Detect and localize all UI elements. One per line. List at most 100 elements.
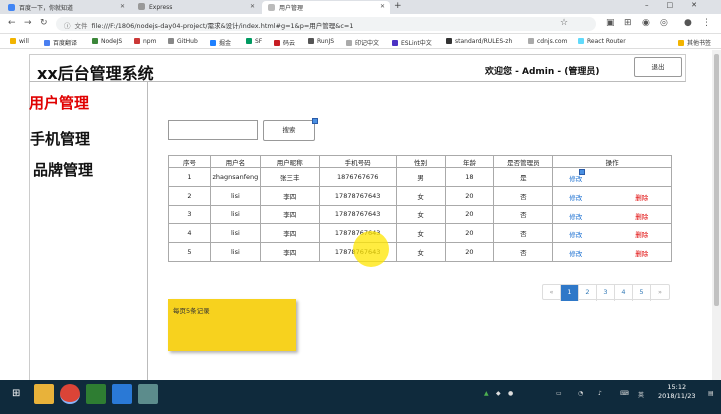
extension-icon[interactable]: ◉ <box>642 18 650 28</box>
bookmark-item[interactable]: 码云 <box>274 38 295 47</box>
browser-tab-bar: 百度一下，你就知道 ✕ Express ✕ 用户管理 ✕ + –□✕ <box>0 0 721 14</box>
app-icon[interactable] <box>138 384 158 404</box>
pager-next[interactable]: » <box>651 285 669 301</box>
back-icon[interactable]: ← <box>8 18 16 28</box>
cell-username: lisi <box>209 223 261 244</box>
cell-username: lisi <box>209 242 261 262</box>
edit-link[interactable]: 修改 <box>569 229 582 239</box>
bookmark-item[interactable]: 印记中文 <box>346 38 379 47</box>
annotation-marker[interactable] <box>579 169 586 175</box>
delete-link[interactable]: 删除 <box>635 192 648 202</box>
eslint-icon <box>392 40 398 46</box>
browser-tab-express[interactable]: Express ✕ <box>132 1 260 14</box>
sourcetree-icon[interactable] <box>86 384 106 404</box>
battery-icon[interactable]: ▭ <box>556 390 562 397</box>
sf-icon <box>246 38 252 44</box>
tray-icon[interactable]: ▲ <box>484 390 489 397</box>
system-clock[interactable]: 15:12 2018/11/23 <box>658 383 695 401</box>
extension-icon[interactable]: ⊞ <box>624 18 632 28</box>
sidebar-item-brands[interactable]: 品牌管理 <box>33 159 93 180</box>
volume-icon[interactable]: ♪ <box>598 390 602 397</box>
notifications-icon[interactable]: ▤ <box>708 390 714 397</box>
cell-id: 5 <box>168 242 211 262</box>
bookmark-item[interactable]: SF <box>246 38 262 45</box>
menu-icon[interactable]: ⋮ <box>702 18 711 28</box>
pager-prev[interactable]: « <box>543 285 561 301</box>
info-icon[interactable]: ⓘ <box>64 22 71 30</box>
cell-actions: 修改 删除 <box>552 242 672 262</box>
npm-icon <box>134 38 140 44</box>
bookmark-item[interactable]: 百度翻译 <box>44 38 77 47</box>
edit-link[interactable]: 修改 <box>569 211 582 221</box>
table-row: 4 lisi 李四 17878767643 女 20 否 修改 删除 <box>168 223 672 244</box>
pager-page[interactable]: 2 <box>579 285 597 301</box>
bookmark-item[interactable]: 掘金 <box>210 38 231 47</box>
welcome-text: 欢迎您 - Admin - (管理员) <box>485 67 600 77</box>
pager-page[interactable]: 4 <box>615 285 633 301</box>
delete-link[interactable]: 删除 <box>635 248 648 258</box>
cell-age: 20 <box>444 185 495 206</box>
extension-icon[interactable]: ▣ <box>606 18 615 28</box>
cell-nickname: 李四 <box>259 242 320 262</box>
file-explorer-icon[interactable] <box>34 384 54 404</box>
tab-close-icon[interactable]: ✕ <box>380 3 385 10</box>
cell-actions: 修改 删除 <box>552 204 672 225</box>
vscode-icon[interactable] <box>112 384 132 404</box>
sidebar-item-users[interactable]: 用户管理 <box>29 92 89 113</box>
tab-label: 百度一下，你就知道 <box>19 5 74 12</box>
cell-gender: 女 <box>395 185 446 206</box>
cell-age: 20 <box>444 242 495 262</box>
reload-icon[interactable]: ↻ <box>40 18 48 28</box>
extension-icon[interactable]: ◎ <box>660 18 668 28</box>
page-favicon-icon <box>268 4 275 11</box>
tab-label: Express <box>149 4 173 11</box>
pager-page[interactable]: 3 <box>597 285 615 301</box>
page-scrollbar[interactable] <box>712 50 721 380</box>
keyboard-icon[interactable]: ⌨ <box>620 390 629 397</box>
pager-page[interactable]: 1 <box>561 285 579 301</box>
browser-tab-baidu[interactable]: 百度一下，你就知道 ✕ <box>2 1 130 14</box>
bookmark-item[interactable]: will <box>10 38 29 45</box>
tray-icon[interactable]: ● <box>508 390 513 397</box>
cell-phone: 17878767643 <box>318 204 397 225</box>
browser-tab-user-management[interactable]: 用户管理 ✕ <box>262 1 390 14</box>
windows-start-icon[interactable]: ⊞ <box>12 388 20 399</box>
column-header: 用户昵称 <box>259 155 320 168</box>
bookmark-item[interactable]: GitHub <box>168 38 198 45</box>
edit-link[interactable]: 修改 <box>569 192 582 202</box>
annotation-marker[interactable] <box>312 118 318 124</box>
edit-link[interactable]: 修改 <box>569 248 582 258</box>
ime-indicator[interactable]: 英 <box>638 390 644 399</box>
network-icon[interactable]: ◔ <box>578 390 583 397</box>
bookmark-item[interactable]: ESLint中文 <box>392 38 432 47</box>
address-bar[interactable]: ⓘ 文件 file:///F:/1806/nodejs-day04-project/… <box>56 17 596 31</box>
bookmark-star-icon[interactable]: ☆ <box>560 18 568 28</box>
pager-page[interactable]: 5 <box>633 285 651 301</box>
table-row: 2 lisi 李四 17878767643 女 20 否 修改 删除 <box>168 185 672 206</box>
cell-admin: 否 <box>493 223 554 244</box>
scrollbar-thumb[interactable] <box>714 54 719 306</box>
logout-button[interactable]: 退出 <box>634 57 682 77</box>
new-tab-button[interactable]: + <box>394 1 402 11</box>
window-controls[interactable]: –□✕ <box>645 1 715 9</box>
delete-link[interactable]: 删除 <box>635 211 648 221</box>
chrome-icon[interactable] <box>60 384 80 404</box>
search-input[interactable] <box>168 120 258 140</box>
tray-icon[interactable]: ◆ <box>496 390 501 397</box>
avatar[interactable]: ● <box>684 18 692 28</box>
forward-icon[interactable]: → <box>24 18 32 28</box>
bookmark-item[interactable]: React Router <box>578 38 626 45</box>
baidu-favicon-icon <box>8 4 15 11</box>
bookmark-item[interactable]: cdnjs.com <box>528 38 567 45</box>
bookmark-item[interactable]: RunJS <box>308 38 334 45</box>
bookmark-item[interactable]: standard/RULES-zh <box>446 38 512 45</box>
sidebar-item-phones[interactable]: 手机管理 <box>30 128 90 149</box>
bookmark-item[interactable]: 其他书签 <box>678 38 711 47</box>
tab-close-icon[interactable]: ✕ <box>250 3 255 10</box>
search-button[interactable]: 搜索 <box>263 120 315 141</box>
bookmark-item[interactable]: NodeJS <box>92 38 122 45</box>
tab-close-icon[interactable]: ✕ <box>120 3 125 10</box>
bookmark-item[interactable]: npm <box>134 38 156 45</box>
delete-link[interactable]: 删除 <box>635 229 648 239</box>
cell-phone: 1876767676 <box>318 167 397 187</box>
